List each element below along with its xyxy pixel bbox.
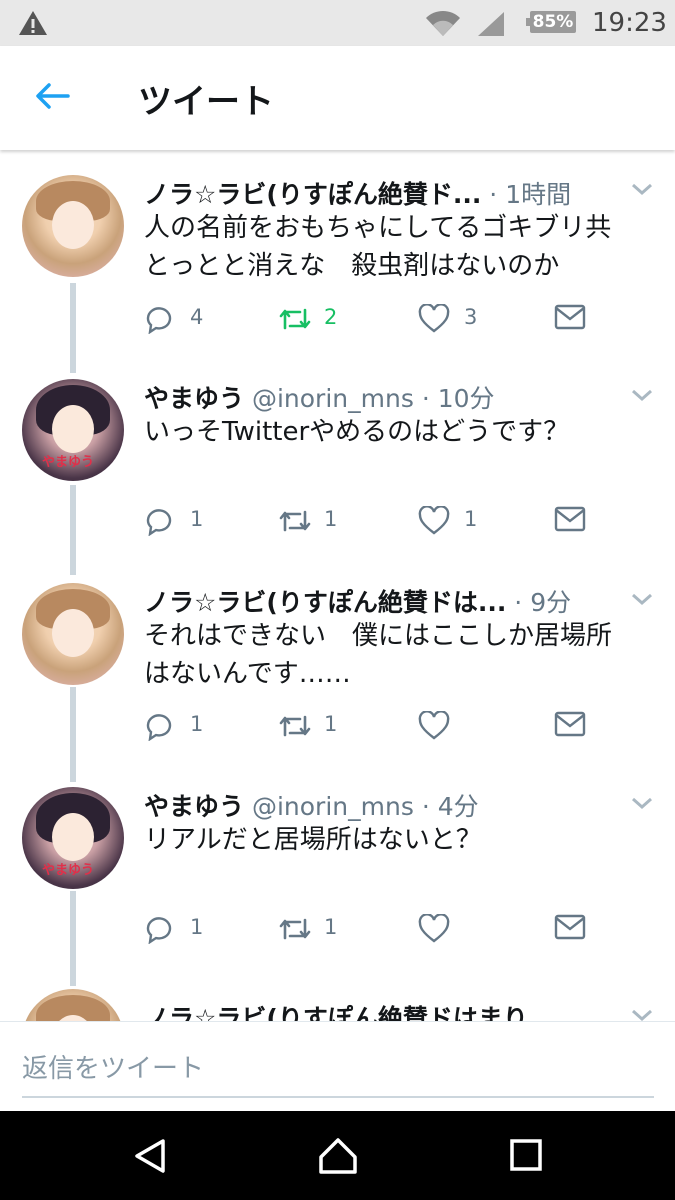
like-count: 3 <box>464 305 478 329</box>
tweet-time[interactable]: 10分 <box>438 384 495 413</box>
thread-connector <box>70 485 76 575</box>
avatar[interactable]: やまゆう <box>22 379 124 481</box>
reply-count: 1 <box>190 915 204 939</box>
tweet-thread[interactable]: ノラ☆ラビ(りすぽん絶賛ド... · 1時間 人の名前をおもちゃにしてるゴキブリ… <box>0 151 675 1021</box>
heart-icon <box>418 304 450 333</box>
retweet-icon <box>279 715 311 737</box>
author-handle[interactable]: @inorin_mns <box>252 792 414 821</box>
tweet-header: ノラ☆ラビ(りすぽん絶賛ドはまり <box>144 999 634 1021</box>
battery-icon: 85% <box>526 11 576 33</box>
tweet-actions: 1 1 1 <box>144 503 604 539</box>
thread-connector <box>70 687 76 782</box>
tweet-actions: 1 1 <box>144 911 604 947</box>
tweet-text: 人の名前をおもちゃにしてるゴキブリ共 とっとと消えな 殺虫剤はないのか <box>144 209 654 285</box>
clock: 19:23 <box>592 8 667 38</box>
tweet-actions: 4 2 3 <box>144 301 604 337</box>
thread-connector <box>70 283 76 373</box>
app-bar: ツイート <box>0 46 675 150</box>
author-handle[interactable]: @inorin_mns <box>252 384 414 413</box>
retweet-icon <box>279 308 311 330</box>
reply-compose-bar: 返信をツイート <box>0 1021 675 1112</box>
chevron-down-icon[interactable] <box>630 591 654 611</box>
tweet-text-line: 人の名前をおもちゃにしてるゴキブリ共 <box>144 213 612 243</box>
avatar[interactable] <box>22 583 124 685</box>
tweet-text: いっそTwitterやめるのはどうです？ <box>144 413 654 451</box>
retweet-icon <box>279 510 311 532</box>
chevron-down-icon[interactable] <box>630 387 654 407</box>
heart-icon <box>418 711 450 740</box>
reply-input[interactable]: 返信をツイート <box>22 1048 654 1098</box>
avatar[interactable] <box>22 989 124 1021</box>
arrow-left-icon[interactable] <box>34 82 70 114</box>
reply-icon <box>146 917 172 944</box>
system-navigation-bar <box>0 1111 675 1200</box>
avatar-caption: やまゆう <box>42 863 95 878</box>
author-name[interactable]: やまゆう <box>144 792 244 821</box>
reply-icon <box>146 714 172 741</box>
author-name[interactable]: ノラ☆ラビ(りすぽん絶賛ドはまり <box>144 1004 528 1021</box>
avatar[interactable]: やまゆう <box>22 787 124 889</box>
retweet-count: 1 <box>324 712 338 736</box>
tweet-time[interactable]: 9分 <box>530 588 571 617</box>
author-name[interactable]: やまゆう <box>144 384 244 413</box>
retweet-count: 1 <box>324 915 338 939</box>
envelope-icon <box>554 304 586 330</box>
thread-connector <box>70 891 76 986</box>
reply-icon <box>146 307 172 334</box>
home-icon[interactable] <box>318 1137 358 1179</box>
tweet-text-line: はないんです…… <box>144 659 351 689</box>
reply-icon <box>146 509 172 536</box>
envelope-icon <box>554 711 586 737</box>
page-title: ツイート <box>138 82 274 122</box>
envelope-icon <box>554 506 586 532</box>
tweet-text-line: とっとと消えな 殺虫剤はないのか <box>144 251 560 281</box>
heart-icon <box>418 506 450 535</box>
like-count: 1 <box>464 507 478 531</box>
heart-icon <box>418 914 450 943</box>
retweet-count: 2 <box>324 305 338 329</box>
tweet-header: ノラ☆ラビ(りすぽん絶賛ド... · 1時間 <box>144 180 572 209</box>
tweet-time[interactable]: 4分 <box>438 792 479 821</box>
author-name[interactable]: ノラ☆ラビ(りすぽん絶賛ド... <box>144 180 481 209</box>
tweet-header: ノラ☆ラビ(りすぽん絶賛ドは... · 9分 <box>144 588 572 617</box>
tweet-header: やまゆう @inorin_mns · 4分 <box>144 792 479 821</box>
tweet-text: それはできない 僕にはここしか居場所 はないんです…… <box>144 617 654 693</box>
tweet-actions: 1 1 <box>144 708 604 744</box>
reply-count: 4 <box>190 305 204 329</box>
tweet-text: リアルだと居場所はないと？ <box>144 821 654 859</box>
cell-signal-icon <box>476 10 506 42</box>
chevron-down-icon[interactable] <box>630 181 654 201</box>
back-triangle-icon[interactable] <box>132 1137 168 1179</box>
reply-count: 1 <box>190 712 204 736</box>
retweet-icon <box>279 918 311 940</box>
tweet-time[interactable]: 1時間 <box>505 180 571 209</box>
avatar-caption: やまゆう <box>42 455 95 470</box>
chevron-down-icon[interactable] <box>630 795 654 815</box>
warning-icon <box>18 10 48 40</box>
reply-count: 1 <box>190 507 204 531</box>
envelope-icon <box>554 914 586 940</box>
recent-apps-icon[interactable] <box>508 1137 544 1177</box>
status-bar: 85% 19:23 <box>0 0 675 46</box>
tweet-text-line: リアルだと居場所はないと？ <box>144 825 482 855</box>
avatar[interactable] <box>22 175 124 277</box>
chevron-down-icon[interactable] <box>630 1007 654 1021</box>
tweet-header: やまゆう @inorin_mns · 10分 <box>144 384 495 413</box>
tweet-text-line: いっそTwitterやめるのはどうです？ <box>144 417 570 447</box>
author-name[interactable]: ノラ☆ラビ(りすぽん絶賛ドは... <box>144 588 506 617</box>
wifi-icon <box>424 8 462 42</box>
tweet-text-line: それはできない 僕にはここしか居場所 <box>144 621 613 651</box>
retweet-count: 1 <box>324 507 338 531</box>
